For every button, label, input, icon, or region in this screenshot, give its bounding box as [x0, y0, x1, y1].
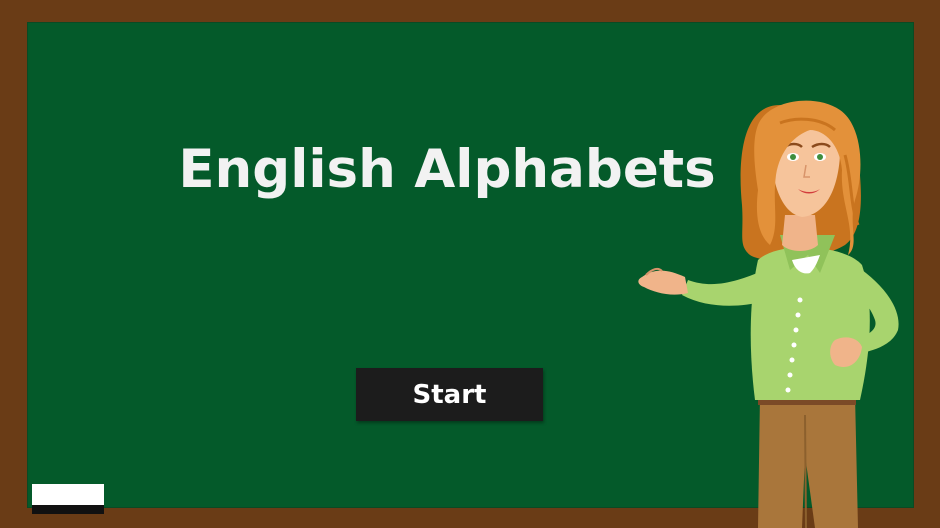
- teacher-illustration: [638, 100, 899, 528]
- eraser-icon: [32, 484, 104, 514]
- start-button[interactable]: Start: [356, 368, 543, 421]
- chalkboard-frame: English Alphabets Start: [0, 0, 940, 528]
